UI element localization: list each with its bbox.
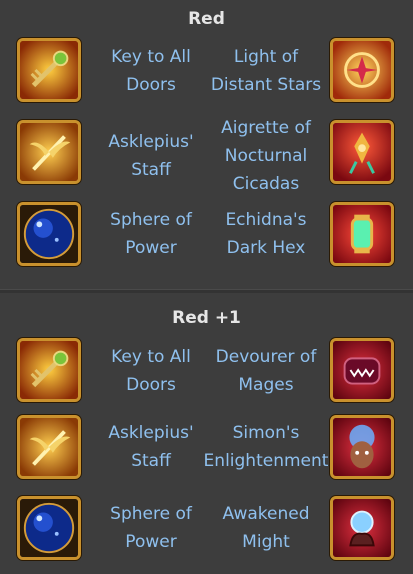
section-red: Red Key to All Doors Light of Distant St… xyxy=(0,0,413,289)
item-name-right[interactable]: Devourer of Mages xyxy=(196,336,336,406)
section-header: Red xyxy=(188,9,225,29)
aigrette-of-nocturnal-cicadas-icon[interactable] xyxy=(330,120,394,184)
echidnas-dark-hex-icon[interactable] xyxy=(330,202,394,266)
list-item: Asklepius' Staff Aigrette of Nocturnal C… xyxy=(0,114,413,194)
light-of-distant-stars-icon[interactable] xyxy=(330,38,394,102)
item-name-right[interactable]: Awakened Might xyxy=(196,490,336,566)
list-item: Sphere of Power Awakened Might xyxy=(0,490,413,570)
item-name-right[interactable]: Echidna's Dark Hex xyxy=(196,202,336,266)
asklepius-staff-icon[interactable] xyxy=(17,120,81,184)
list-item: Key to All Doors Devourer of Mages xyxy=(0,336,413,416)
sphere-of-power-icon[interactable] xyxy=(17,202,81,266)
item-name-right[interactable]: Aigrette of Nocturnal Cicadas xyxy=(196,114,336,198)
list-item: Key to All Doors Light of Distant Stars xyxy=(0,36,413,116)
key-to-all-doors-icon[interactable] xyxy=(17,38,81,102)
devourer-of-mages-icon[interactable] xyxy=(330,338,394,402)
list-item: Sphere of Power Echidna's Dark Hex xyxy=(0,202,413,282)
awakened-might-icon[interactable] xyxy=(330,496,394,560)
item-name-right[interactable]: Simon's Enlightenment xyxy=(196,412,336,482)
item-name-right[interactable]: Light of Distant Stars xyxy=(196,36,336,106)
key-to-all-doors-icon[interactable] xyxy=(17,338,81,402)
section-header: Red +1 xyxy=(172,308,241,328)
list-item: Asklepius' Staff Simon's Enlightenment xyxy=(0,412,413,492)
asklepius-staff-icon[interactable] xyxy=(17,415,81,479)
section-red-plus-1: Red +1 Key to All Doors Devourer of Mage… xyxy=(0,292,413,574)
sphere-of-power-icon[interactable] xyxy=(17,496,81,560)
simons-enlightenment-icon[interactable] xyxy=(330,415,394,479)
